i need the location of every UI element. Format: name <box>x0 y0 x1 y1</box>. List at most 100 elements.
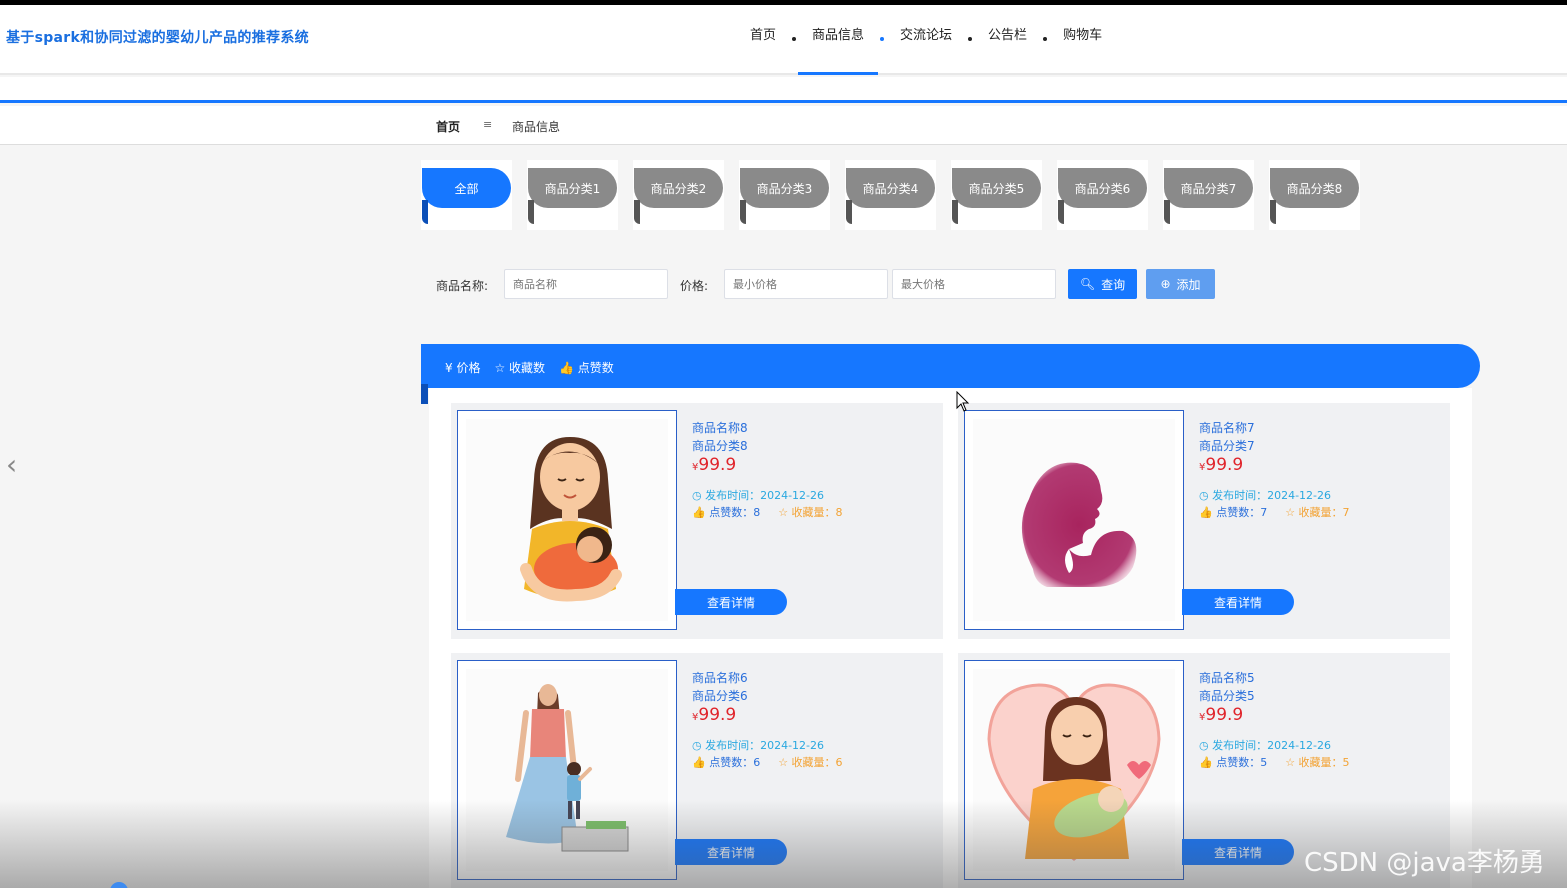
product-price: ¥99.9 <box>692 455 736 475</box>
product-name[interactable]: 商品名称8 <box>692 419 748 436</box>
like-count: 👍 点赞数：7 <box>1199 506 1268 519</box>
sort-by-price[interactable]: ¥ 价格 <box>445 359 480 376</box>
category-5[interactable]: 商品分类5 <box>951 160 1042 230</box>
price-value: 99.9 <box>698 455 737 475</box>
nav-products[interactable]: 商品信息 <box>798 5 879 75</box>
price-value: 99.9 <box>1205 455 1244 475</box>
product-card[interactable]: 商品名称8 商品分类8 ¥99.9 ◷ 发布时间：2024-12-26 👍 点赞… <box>451 403 943 639</box>
nav-notice[interactable]: 公告栏 <box>974 5 1041 73</box>
like-count: 👍 点赞数：8 <box>692 506 761 519</box>
product-name-label: 商品名称: <box>436 279 489 293</box>
category-label: 商品分类7 <box>1164 168 1253 208</box>
publish-time: ◷ 发布时间：2024-12-26 <box>692 739 825 752</box>
breadcrumb-separator-icon: ≡ <box>483 118 493 131</box>
product-name[interactable]: 商品名称7 <box>1199 419 1255 436</box>
product-image[interactable] <box>457 410 677 630</box>
product-price: ¥99.9 <box>692 705 736 725</box>
breadcrumb-home[interactable]: 首页 <box>436 118 460 135</box>
main-nav: 首页 商品信息 交流论坛 公告栏 购物车 <box>736 5 1116 75</box>
category-label: 商品分类5 <box>952 168 1041 208</box>
product-list: 商品名称8 商品分类8 ¥99.9 ◷ 发布时间：2024-12-26 👍 点赞… <box>429 388 1472 888</box>
query-button-label: 查询 <box>1101 277 1126 292</box>
product-price: ¥99.9 <box>1199 455 1243 475</box>
view-detail-button[interactable]: 查看详情 <box>675 589 787 615</box>
query-button[interactable]: 🔍︎ 查询 <box>1068 269 1137 299</box>
like-count: 👍 点赞数：5 <box>1199 756 1268 769</box>
sort-by-likes[interactable]: 👍 点赞数 <box>559 359 614 376</box>
nav-home[interactable]: 首页 <box>736 5 790 73</box>
chevron-left-icon[interactable]: ‹ <box>6 448 17 481</box>
category-1[interactable]: 商品分类1 <box>527 160 618 230</box>
category-7[interactable]: 商品分类7 <box>1163 160 1254 230</box>
add-button[interactable]: ⊕ 添加 <box>1146 269 1215 299</box>
product-name[interactable]: 商品名称6 <box>692 669 748 686</box>
breadcrumb-current: 商品信息 <box>512 120 561 134</box>
nav-cart[interactable]: 购物车 <box>1049 5 1116 73</box>
category-tab-fold <box>634 200 640 224</box>
nav-separator <box>792 37 797 41</box>
publish-time: ◷ 发布时间：2024-12-26 <box>692 489 825 502</box>
category-label: 全部 <box>422 168 511 208</box>
nav-separator <box>1043 37 1048 41</box>
nav-forum[interactable]: 交流论坛 <box>886 5 966 73</box>
category-tab-fold <box>422 200 428 224</box>
category-label: 商品分类1 <box>528 168 617 208</box>
product-image[interactable] <box>964 410 1184 630</box>
product-image[interactable] <box>457 660 677 880</box>
product-category: 商品分类5 <box>1199 689 1255 703</box>
category-tab-fold <box>740 200 746 224</box>
price-value: 99.9 <box>698 705 737 725</box>
publish-time: ◷ 发布时间：2024-12-26 <box>1199 739 1332 752</box>
category-tab-fold <box>952 200 958 224</box>
product-card[interactable]: 商品名称7 商品分类7 ¥99.9 ◷ 发布时间：2024-12-26 👍 点赞… <box>958 403 1450 639</box>
category-6[interactable]: 商品分类6 <box>1057 160 1148 230</box>
max-price-input[interactable] <box>892 269 1056 299</box>
floating-chat-icon[interactable] <box>110 882 128 888</box>
sort-bar: ¥ 价格 ☆ 收藏数 👍 点赞数 <box>421 344 1480 404</box>
favorite-count: ☆ 收藏量：7 <box>1285 506 1350 519</box>
price-label: 价格: <box>680 279 709 293</box>
product-card[interactable]: 商品名称6 商品分类6 ¥99.9 ◷ 发布时间：2024-12-26 👍 点赞… <box>451 653 943 888</box>
category-4[interactable]: 商品分类4 <box>845 160 936 230</box>
product-stats: 👍 点赞数：8 ☆ 收藏量：8 <box>692 504 843 520</box>
product-image[interactable] <box>964 660 1184 880</box>
favorite-count: ☆ 收藏量：5 <box>1285 756 1350 769</box>
site-header: 基于spark和协同过滤的婴幼儿产品的推荐系统 首页 商品信息 交流论坛 公告栏… <box>0 5 1567 75</box>
category-2[interactable]: 商品分类2 <box>633 160 724 230</box>
sort-by-favorites[interactable]: ☆ 收藏数 <box>494 359 545 376</box>
category-8[interactable]: 商品分类8 <box>1269 160 1360 230</box>
view-detail-button[interactable]: 查看详情 <box>675 839 787 865</box>
category-all[interactable]: 全部 <box>421 160 512 230</box>
breadcrumb: 首页 ≡ 商品信息 <box>0 106 1567 145</box>
category-tab-fold <box>1270 200 1276 224</box>
product-category: 商品分类7 <box>1199 439 1255 453</box>
category-label: 商品分类3 <box>740 168 829 208</box>
nav-separator <box>880 37 885 41</box>
favorite-count: ☆ 收藏量：6 <box>778 756 843 769</box>
favorite-count: ☆ 收藏量：8 <box>778 506 843 519</box>
category-3[interactable]: 商品分类3 <box>739 160 830 230</box>
product-name-input[interactable] <box>504 269 668 299</box>
category-tab-fold <box>528 200 534 224</box>
mother-nursing-illustration <box>520 437 622 602</box>
category-label: 商品分类6 <box>1058 168 1147 208</box>
category-label: 商品分类4 <box>846 168 935 208</box>
search-icon: 🔍︎ <box>1079 277 1096 291</box>
category-tab-fold <box>846 200 852 224</box>
mouse-pointer-icon <box>956 391 970 412</box>
view-detail-button[interactable]: 查看详情 <box>1182 589 1294 615</box>
price-value: 99.9 <box>1205 705 1244 725</box>
site-title[interactable]: 基于spark和协同过滤的婴幼儿产品的推荐系统 <box>6 27 309 47</box>
product-stats: 👍 点赞数：5 ☆ 收藏量：5 <box>1199 754 1350 770</box>
publish-time: ◷ 发布时间：2024-12-26 <box>1199 489 1332 502</box>
watermark-text: CSDN @java李杨勇 <box>1304 848 1545 878</box>
view-detail-button[interactable]: 查看详情 <box>1182 839 1294 865</box>
product-stats: 👍 点赞数：7 ☆ 收藏量：7 <box>1199 504 1350 520</box>
product-category: 商品分类8 <box>692 439 748 453</box>
min-price-input[interactable] <box>724 269 888 299</box>
category-tab-fold <box>1058 200 1064 224</box>
add-button-label: 添加 <box>1176 277 1201 292</box>
product-name[interactable]: 商品名称5 <box>1199 669 1255 686</box>
mother-heart-illustration <box>987 683 1161 861</box>
category-label: 商品分类2 <box>634 168 723 208</box>
